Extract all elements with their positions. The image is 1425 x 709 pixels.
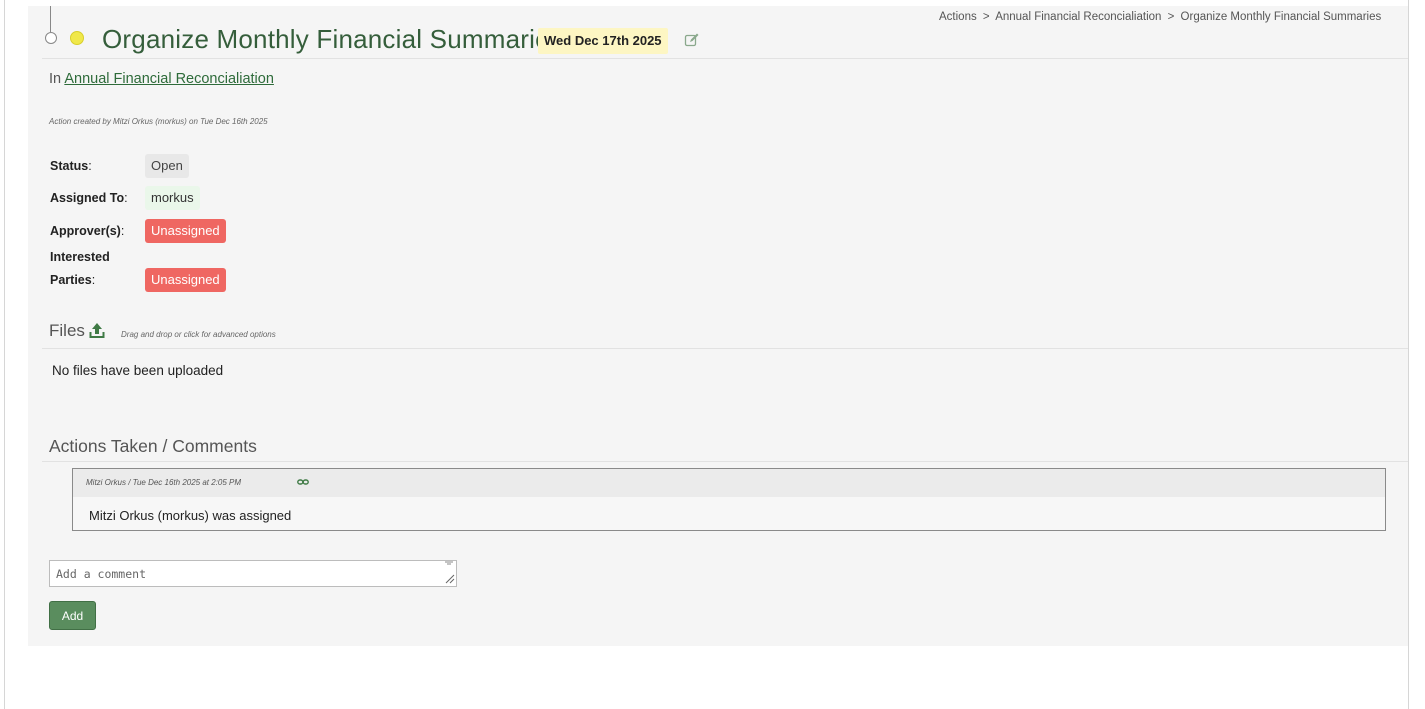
status-badge: Open (145, 154, 189, 178)
comment-item: Mitzi Orkus / Tue Dec 16th 2025 at 2:05 … (72, 468, 1386, 531)
project-prefix: In (49, 71, 62, 87)
approvers-unassigned-badge[interactable]: Unassigned (145, 219, 226, 243)
created-note: Action created by Mitzi Orkus (morkus) o… (49, 117, 268, 126)
add-comment-button[interactable]: Add (49, 601, 96, 630)
edit-icon[interactable] (684, 32, 700, 48)
project-link[interactable]: Annual Financial Reconcialiation (64, 71, 274, 87)
timeline-line (50, 6, 51, 32)
project-line: In Annual Financial Reconcialiation (49, 71, 274, 87)
files-heading: Files (49, 321, 85, 340)
assigned-to-label: Assigned To: (50, 191, 128, 205)
no-files-message: No files have been uploaded (52, 363, 224, 378)
page-border-right (1408, 0, 1409, 709)
interested-parties-unassigned-badge[interactable]: Unassigned (145, 268, 226, 292)
interested-parties-label-line1: Interested (50, 250, 110, 264)
approvers-label: Approver(s): (50, 224, 125, 238)
breadcrumb-separator: > (1167, 11, 1175, 23)
action-detail-panel: Organize Monthly Financial Summaries Wed… (28, 6, 1408, 646)
due-date-badge: Wed Dec 17th 2025 (538, 28, 668, 54)
comment-body: Mitzi Orkus (morkus) was assigned (89, 508, 292, 523)
comment-meta-bar: Mitzi Orkus / Tue Dec 16th 2025 at 2:05 … (73, 469, 1385, 497)
page-title: Organize Monthly Financial Summaries (102, 24, 563, 54)
upload-icon[interactable] (88, 322, 106, 340)
breadcrumb-item-current: Organize Monthly Financial Summaries (1180, 11, 1382, 23)
interested-parties-label-line2: Parties: (50, 273, 96, 287)
page-border-left (4, 0, 5, 709)
files-drop-hint[interactable]: Drag and drop or click for advanced opti… (121, 330, 276, 339)
comments-divider (42, 461, 1408, 462)
breadcrumb-item-actions[interactable]: Actions (939, 11, 977, 23)
breadcrumb: Actions > Annual Financial Reconcialiati… (939, 11, 1381, 23)
priority-dot-icon (70, 31, 84, 45)
comments-heading: Actions Taken / Comments (49, 436, 257, 456)
comment-meta: Mitzi Orkus / Tue Dec 16th 2025 at 2:05 … (86, 478, 242, 487)
permalink-icon[interactable] (297, 477, 309, 487)
title-divider (42, 58, 1408, 59)
breadcrumb-separator: > (982, 11, 990, 23)
assignee-badge[interactable]: morkus (145, 186, 200, 210)
comment-input[interactable] (49, 560, 457, 587)
files-divider (42, 348, 1408, 349)
status-label: Status: (50, 159, 92, 173)
breadcrumb-item-project[interactable]: Annual Financial Reconcialiation (995, 11, 1161, 23)
timeline-node-icon (45, 32, 57, 44)
